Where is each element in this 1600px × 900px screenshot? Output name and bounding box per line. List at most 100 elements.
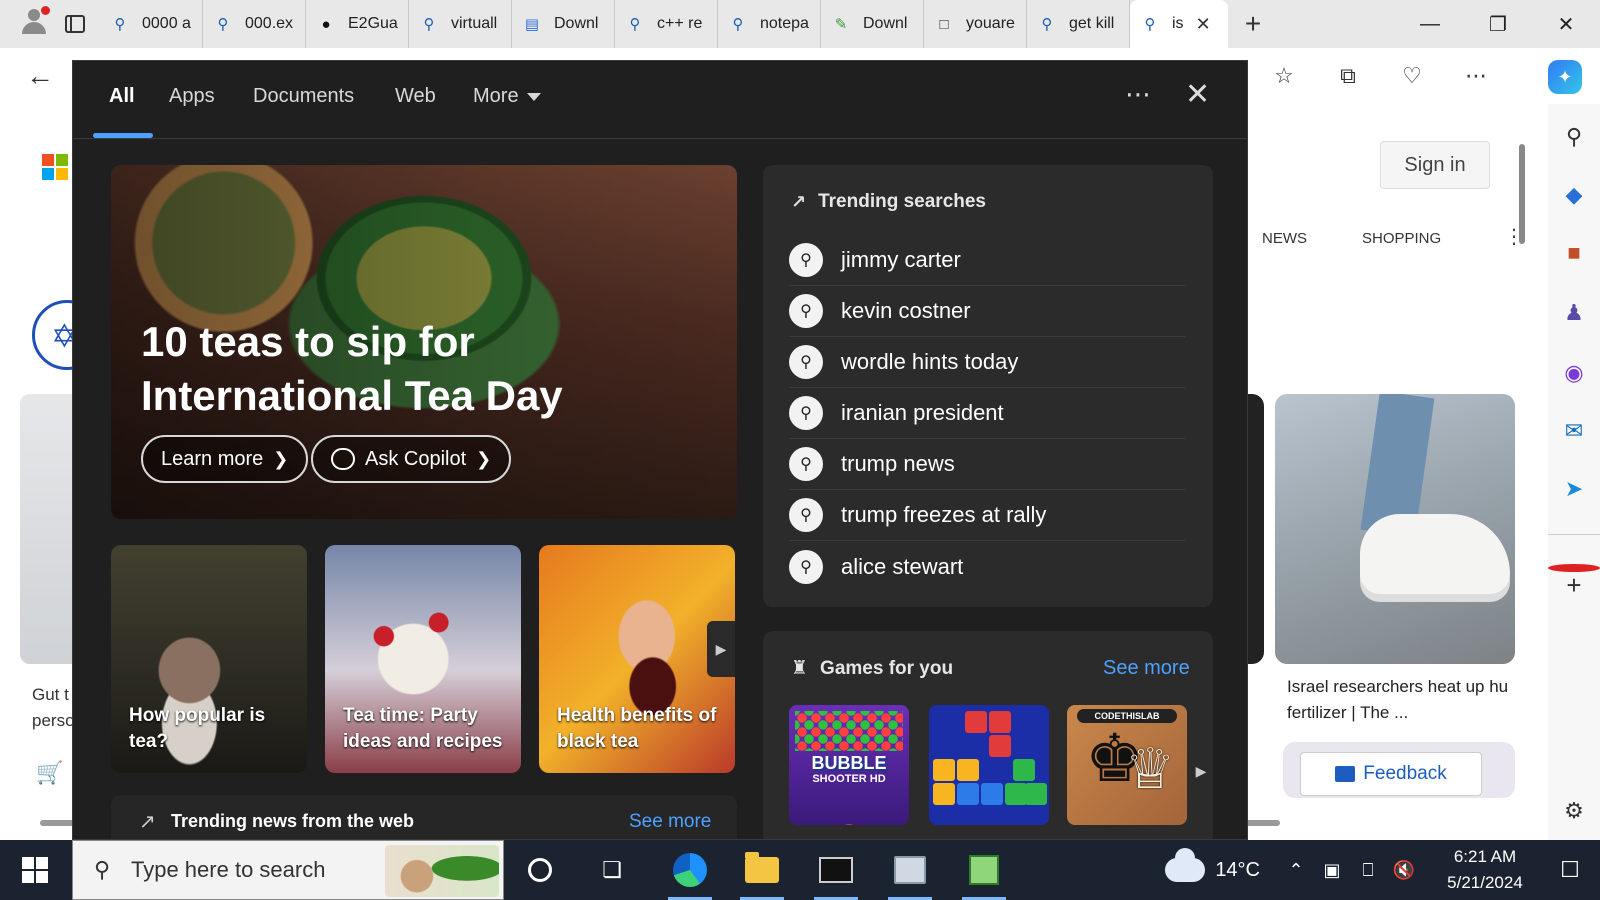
tab-apps[interactable]: Apps (169, 85, 215, 108)
trending-search-item[interactable]: ⚲ trump news (789, 439, 1185, 490)
close-tab-icon[interactable]: ✕ (1196, 14, 1211, 35)
news-card-caption[interactable]: Israel researchers heat up hu fertilizer… (1287, 674, 1517, 726)
caption-line: fertilizer | The ... (1287, 703, 1409, 722)
chevron-up-icon[interactable]: ⌃ (1278, 860, 1314, 881)
terminal-icon[interactable] (806, 840, 866, 900)
scope-shopping-link[interactable]: SHOPPING (1362, 230, 1441, 247)
meet-now-icon[interactable]: ▣ (1314, 860, 1350, 881)
notification-center-icon[interactable]: ☐ (1540, 857, 1600, 883)
news-card[interactable]: How popular is tea? (111, 545, 307, 773)
trending-search-item[interactable]: ⚲ wordle hints today (789, 337, 1185, 388)
chevron-right-icon[interactable]: ▶ (707, 621, 735, 677)
news-card[interactable]: Health benefits of black tea (539, 545, 735, 773)
shopping-tag-icon[interactable]: ◆ (1548, 182, 1600, 208)
remote-desktop-icon[interactable] (880, 840, 940, 900)
scope-news-link[interactable]: NEWS (1262, 230, 1307, 247)
hero-card[interactable]: 10 teas to sip for International Tea Day… (111, 165, 737, 519)
sidebar-settings-icon[interactable]: ⚙ (1548, 798, 1600, 824)
see-more-link[interactable]: See more (1103, 657, 1190, 680)
browser-tab[interactable]: ● E2Gua (306, 0, 409, 48)
news-card-image[interactable] (1275, 394, 1515, 664)
window-controls: — ❐ ✕ (1396, 0, 1600, 48)
tools-icon[interactable]: ■ (1548, 240, 1600, 266)
trending-search-text: wordle hints today (841, 349, 1019, 374)
browser-essentials-icon[interactable]: ♡ (1380, 63, 1444, 89)
game-tile-bubble-shooter[interactable]: BUBBLE SHOOTER HD (789, 705, 909, 825)
microsoft-logo-icon[interactable] (42, 154, 68, 180)
games-icon[interactable]: ♟ (1548, 300, 1600, 326)
see-more-link[interactable]: See more (629, 811, 711, 833)
trending-search-text: trump news (841, 451, 955, 476)
more-options-icon[interactable]: ⋯ (1125, 79, 1153, 110)
profile-avatar-icon[interactable] (0, 0, 50, 48)
minimize-icon[interactable]: — (1396, 0, 1464, 48)
copilot-icon[interactable]: ✦ (1548, 60, 1582, 94)
browser-tab[interactable]: ▤ Downl (512, 0, 615, 48)
chevron-right-icon[interactable]: ▶ (1189, 747, 1213, 795)
browser-tab[interactable]: ✎ Downl (821, 0, 924, 48)
trending-search-text: alice stewart (841, 553, 964, 579)
trending-search-item[interactable]: ⚲ kevin costner (789, 286, 1185, 337)
notepad-plus-icon[interactable] (954, 840, 1014, 900)
sign-in-button[interactable]: Sign in (1380, 141, 1490, 189)
browser-tab[interactable]: ⚲ virtuall (409, 0, 512, 48)
add-sidebar-app-icon[interactable]: + (1548, 570, 1600, 601)
close-window-icon[interactable]: ✕ (1532, 0, 1600, 48)
windows-start-icon[interactable] (12, 854, 58, 886)
browser-tab[interactable]: ⚲ 0000 a (100, 0, 203, 48)
tab-title: E2Gua (348, 15, 398, 32)
back-arrow-icon[interactable]: ← (26, 60, 54, 92)
tab-web[interactable]: Web (395, 85, 436, 108)
browser-tab-active[interactable]: ⚲ is ✕ (1130, 0, 1228, 48)
browser-tab[interactable]: ⚲ get kill (1027, 0, 1130, 48)
close-icon[interactable]: ✕ (1185, 77, 1210, 112)
clock[interactable]: 6:21 AM 5/21/2024 (1430, 844, 1540, 896)
network-icon[interactable]: ⎕ (1350, 860, 1386, 881)
tab-more[interactable]: More (473, 85, 541, 108)
task-view-icon[interactable]: ❏ (582, 840, 642, 900)
news-card[interactable]: Tea time: Party ideas and recipes (325, 545, 521, 773)
favorites-icon[interactable]: ☆ (1252, 63, 1316, 89)
trending-search-item[interactable]: ⚲ alice stewart (789, 541, 1185, 592)
trending-search-item[interactable]: ⚲ trump freezes at rally (789, 490, 1185, 541)
browser-tab[interactable]: ⚲ 000.ex (203, 0, 306, 48)
search-highlight-image (385, 845, 499, 897)
browser-tab[interactable]: □ youare (924, 0, 1027, 48)
send-icon[interactable]: ➤ (1548, 476, 1600, 502)
trending-search-item[interactable]: ⚲ iranian president (789, 388, 1185, 439)
search-icon: ⚲ (423, 16, 435, 33)
trending-search-item[interactable]: ⚲ jimmy carter (789, 235, 1185, 286)
new-tab-button[interactable]: + (1228, 8, 1278, 40)
game-tile-block-puzzle[interactable] (929, 705, 1049, 825)
tab-title: 000.ex (245, 15, 294, 32)
browser-tab[interactable]: ⚲ notepa (718, 0, 821, 48)
collections-icon[interactable]: ⧉ (1316, 63, 1380, 89)
browser-tab[interactable]: ⚲ c++ re (615, 0, 718, 48)
trending-list: ⚲ jimmy carter ⚲ kevin costner ⚲ wordle hin… (789, 235, 1185, 592)
tab-all[interactable]: All (109, 85, 135, 108)
more-options-icon[interactable]: ⋯ (1444, 63, 1508, 89)
vertical-scrollbar[interactable] (1516, 114, 1528, 814)
search-icon: ⚲ (114, 16, 126, 33)
trending-news-section: ↗ Trending news from the web See more (111, 795, 737, 839)
weather-widget[interactable]: 14°C (1165, 848, 1260, 882)
learn-more-button[interactable]: Learn more ❯ (141, 435, 309, 483)
tab-actions-icon[interactable] (50, 0, 100, 48)
browser-tab-strip: ⚲ 0000 a ⚲ 000.ex ● E2Gua ⚲ virtuall ▤ Downl … (0, 0, 1600, 48)
restore-icon[interactable]: ❐ (1464, 0, 1532, 48)
sidebar-search-icon[interactable]: ⚲ (1548, 124, 1600, 150)
outlook-icon[interactable]: ✉ (1548, 418, 1600, 444)
section-title: Trending news from the web (171, 811, 415, 831)
file-explorer-icon[interactable] (732, 840, 792, 900)
game-tile-chess[interactable]: CODETHISLAB ♚ ♕ (1067, 705, 1187, 825)
shopping-cart-icon[interactable]: 🛒 (36, 760, 63, 786)
ask-copilot-button[interactable]: Ask Copilot ❯ (311, 435, 512, 483)
microsoft-365-icon[interactable]: ◉ (1548, 360, 1600, 386)
windows-search-panel: All Apps Documents Web More ⋯ ✕ 10 teas … (72, 60, 1248, 840)
feedback-button[interactable]: Feedback (1300, 752, 1482, 796)
tab-documents[interactable]: Documents (253, 85, 354, 108)
volume-muted-icon[interactable]: 🔇 (1386, 860, 1422, 881)
cortana-icon[interactable] (510, 840, 570, 900)
taskbar-search-box[interactable]: ⚲ Type here to search (72, 840, 504, 900)
edge-taskbar-icon[interactable] (660, 840, 720, 900)
